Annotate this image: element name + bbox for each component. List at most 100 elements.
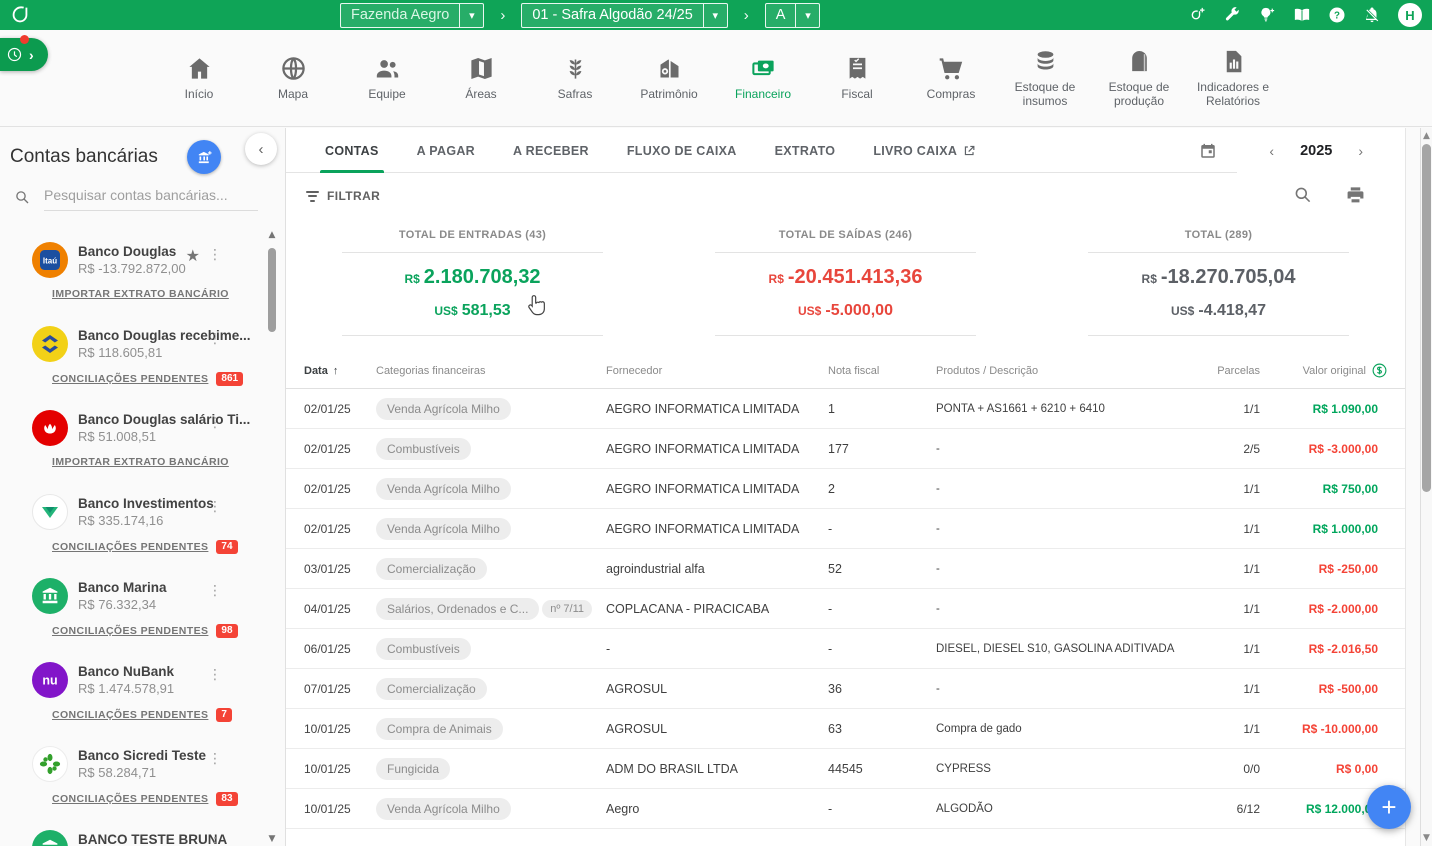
nav-item-estoque-de-insumos[interactable]: Estoque de insumos [1003,48,1087,109]
account-action-link[interactable]: IMPORTAR EXTRATO BANCÁRIO [52,288,229,300]
tab-a-receber[interactable]: A RECEBER [494,128,608,173]
total-card-total-289[interactable]: TOTAL (289) R$-18.270.705,04 US$-4.418,4… [1032,229,1405,349]
tab-a-pagar[interactable]: A PAGAR [398,128,494,173]
account-action-link[interactable]: CONCILIAÇÕES PENDENTES [52,625,208,637]
bank-account-item-banco-investimentos[interactable]: Banco Investimentos R$ 335.174,16 ⋮ CONC… [0,480,262,564]
table-row[interactable]: 10/01/25 Fungicida ADM DO BRASIL LTDA 44… [286,749,1405,789]
account-more-menu-icon[interactable]: ⋮ [208,247,222,263]
tab-extrato[interactable]: EXTRATO [756,128,855,173]
cell-date: 10/01/25 [304,802,376,816]
nav-item-patrimonio[interactable]: Patrimônio [627,55,711,102]
table-row[interactable]: 10/01/25 Venda Agrícola Milho Aegro - AL… [286,789,1405,829]
news-flyout-tab[interactable]: › [0,38,48,71]
scroll-up-icon[interactable]: ▲ [1421,131,1432,141]
transactions-table-header: Data ↑ Categorias financeiras Fornecedor… [286,353,1405,389]
scrollbar-thumb[interactable] [268,248,276,332]
total-value-brl: R$-20.451.413,36 [659,266,1032,289]
tab-fluxo-de-caixa[interactable]: FLUXO DE CAIXA [608,128,756,173]
account-action-link[interactable]: CONCILIAÇÕES PENDENTES [52,373,208,385]
table-row[interactable]: 04/01/25 Salários, Ordenados e C... nº 7… [286,589,1405,629]
user-avatar[interactable]: H [1398,3,1422,27]
table-row[interactable]: 07/01/25 Comercialização AGROSUL 36 - 1/… [286,669,1405,709]
bank-account-item-banco-marina[interactable]: Banco Marina R$ 76.332,34 ⋮ CONCILIAÇÕES… [0,564,262,648]
total-card-total-de-saidas-246[interactable]: TOTAL DE SAÍDAS (246) R$-20.451.413,36 U… [659,229,1032,349]
tab-livro-caixa[interactable]: LIVRO CAIXA [854,128,995,173]
table-row[interactable]: 02/01/25 Venda Agrícola Milho AEGRO INFO… [286,389,1405,429]
total-card-total-de-entradas-43[interactable]: TOTAL DE ENTRADAS (43) R$2.180.708,32 US… [286,229,659,349]
nav-item-safras[interactable]: Safras [533,55,617,102]
column-header-date[interactable]: Data ↑ [304,365,376,377]
cell-products: - [936,563,1208,575]
sidebar-collapse-button[interactable]: ‹ [245,133,277,165]
nav-item-fiscal[interactable]: Fiscal [815,55,899,102]
table-row[interactable]: 02/01/25 Venda Agrícola Milho AEGRO INFO… [286,509,1405,549]
nav-item-estoque-de-producao[interactable]: Estoque de produção [1097,48,1181,109]
sidebar-scrollbar[interactable]: ▲ ▼ [266,230,278,844]
scroll-down-icon[interactable]: ▼ [266,834,278,844]
cell-invoice: - [828,642,936,656]
farm-selector[interactable]: Fazenda Aegro ▾ [340,3,484,28]
favorite-star-icon[interactable]: ★ [186,246,200,265]
table-row[interactable]: 06/01/25 Combustíveis - - DIESEL, DIESEL… [286,629,1405,669]
chevron-down-icon[interactable]: ▾ [459,4,483,27]
bank-search-input[interactable] [44,183,258,211]
nav-item-inicio[interactable]: Início [157,55,241,102]
aegro-add-icon[interactable] [1188,6,1206,24]
sub-selector-label: A [766,4,796,27]
chevron-down-icon[interactable]: ▾ [703,4,727,27]
harvest-selector[interactable]: 01 - Safra Algodão 24/25 ▾ [521,3,727,28]
account-more-menu-icon[interactable]: ⋮ [208,583,222,599]
cell-products: ALGODÃO [936,803,1208,815]
add-bank-account-button[interactable] [187,140,221,174]
nav-item-mapa[interactable]: Mapa [251,55,335,102]
search-icon[interactable] [1293,185,1312,204]
help-icon[interactable]: ? [1328,6,1346,24]
account-more-menu-icon[interactable]: ⋮ [208,751,222,767]
book-icon[interactable] [1293,6,1311,24]
scroll-down-icon[interactable]: ▼ [1421,833,1432,843]
account-action-link[interactable]: IMPORTAR EXTRATO BANCÁRIO [52,456,229,468]
nav-item-indicadores-e-relatorios[interactable]: Indicadores e Relatórios [1191,48,1275,109]
bank-account-item-banco-teste-bruna[interactable]: BANCO TESTE BRUNA ⋮ [0,816,262,846]
filter-button[interactable]: FILTRAR [306,189,380,203]
table-row[interactable]: 02/01/25 Combustíveis AEGRO INFORMATICA … [286,429,1405,469]
table-row[interactable]: 02/01/25 Venda Agrícola Milho AEGRO INFO… [286,469,1405,509]
table-row[interactable]: 10/01/25 Compra de Animais AGROSUL 63 Co… [286,709,1405,749]
account-more-menu-icon[interactable]: ⋮ [208,499,222,515]
add-transaction-fab[interactable]: + [1367,785,1411,829]
sub-selector[interactable]: A ▾ [765,3,821,28]
main-scrollbar[interactable]: ▲ ▼ [1420,128,1432,846]
tab-contas[interactable]: CONTAS [306,128,398,173]
account-action-link[interactable]: CONCILIAÇÕES PENDENTES [52,541,208,553]
wrench-icon[interactable] [1223,6,1241,24]
bank-account-item-banco-nubank[interactable]: nu Banco NuBank R$ 1.474.578,91 ⋮ CONCIL… [0,648,262,732]
nav-item-compras[interactable]: Compras [909,55,993,102]
account-more-menu-icon[interactable]: ⋮ [208,667,222,683]
column-header-invoice: Nota fiscal [828,365,936,377]
scrollbar-thumb[interactable] [1422,144,1431,492]
table-row[interactable]: 03/01/25 Comercialização agroindustrial … [286,549,1405,589]
account-action-link[interactable]: CONCILIAÇÕES PENDENTES [52,793,208,805]
bank-account-item-banco-douglas[interactable]: Itaú Banco Douglas R$ -13.792.872,00 ★ ⋮… [0,228,262,312]
nav-item-equipe[interactable]: Equipe [345,55,429,102]
account-more-menu-icon[interactable]: ⋮ [208,835,222,846]
total-label: TOTAL DE SAÍDAS (246) [659,229,1032,241]
notifications-off-icon[interactable] [1363,6,1381,24]
nav-item-areas[interactable]: Áreas [439,55,523,102]
bank-account-item-banco-sicredi-teste[interactable]: Banco Sicredi Teste R$ 58.284,71 ⋮ CONCI… [0,732,262,816]
account-more-menu-icon[interactable]: ⋮ [208,331,222,347]
lightbulb-add-icon[interactable] [1258,6,1276,24]
chevron-down-icon[interactable]: ▾ [795,4,819,27]
previous-year-chevron[interactable]: ‹ [1243,143,1300,159]
print-icon[interactable] [1346,185,1365,204]
bank-account-name: Banco Investimentos [78,496,198,511]
calendar-icon[interactable] [1199,142,1217,160]
bank-account-item-banco-douglas-recebime[interactable]: Banco Douglas recebime... R$ 118.605,81 … [0,312,262,396]
next-year-chevron[interactable]: › [1332,143,1389,159]
bank-account-item-banco-douglas-salario-ti[interactable]: Banco Douglas salário Ti... R$ 51.008,51… [0,396,262,480]
scroll-up-icon[interactable]: ▲ [266,230,278,240]
external-link-icon [963,144,976,157]
nav-item-financeiro[interactable]: Financeiro [721,55,805,102]
account-more-menu-icon[interactable]: ⋮ [208,415,222,431]
account-action-link[interactable]: CONCILIAÇÕES PENDENTES [52,709,208,721]
